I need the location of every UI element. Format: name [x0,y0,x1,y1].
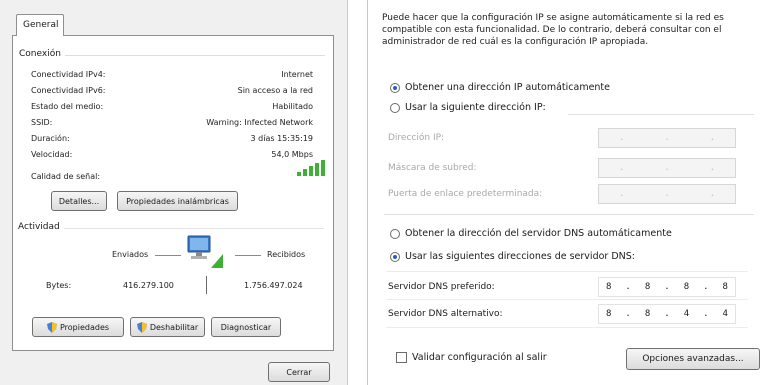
signal-quality-label: Calidad de señal: [31,172,101,181]
manual-ip-label: Usar la siguiente dirección IP: [405,102,546,113]
dns-row-divider [386,299,748,300]
alternate-dns-octet-3: 4 [683,309,690,319]
gateway-field[interactable]: ... [598,184,736,204]
validate-on-exit-option[interactable]: Validar configuración al salir [396,352,547,363]
advanced-options-button[interactable]: Opciones avanzadas... [626,348,760,370]
wifi-status-window: General Conexión Conectividad IPv4: Inte… [0,0,348,385]
sent-line [155,255,181,256]
details-button[interactable]: Detalles... [51,191,107,211]
ip-address-field[interactable]: ... [598,128,736,148]
manual-dns-option[interactable]: Usar las siguientes direcciones de servi… [390,251,635,262]
manual-dns-radio[interactable] [390,251,400,262]
ipv4-label: Conectividad IPv4: [31,70,106,79]
auto-ip-option[interactable]: Obtener una dirección IP automáticamente [390,82,610,93]
manual-dns-label: Usar las siguientes direcciones de servi… [405,251,635,262]
dns-row-divider [386,271,748,272]
speed-label: Velocidad: [31,150,73,159]
uac-shield-icon [46,321,57,333]
duration-label: Duración: [31,134,70,143]
network-computers-icon [187,235,223,268]
gateway-label: Puerta de enlace predeterminada: [388,189,543,199]
manual-ip-radio[interactable] [390,102,400,113]
speed-value: 54,0 Mbps [271,150,313,159]
preferred-dns-octet-2: 8 [644,282,651,292]
validate-on-exit-checkbox[interactable] [396,352,407,363]
alternate-dns-octet-4: 4 [722,309,728,319]
preferred-dns-octet-3: 8 [683,282,690,292]
bytes-received-value: 1.756.497.024 [244,281,303,290]
disable-button[interactable]: Deshabilitar [130,317,205,337]
wireless-properties-button[interactable]: Propiedades inalámbricas [117,191,238,211]
auto-ip-radio[interactable] [390,82,400,93]
alternate-dns-field[interactable]: 8. 8. 4. 4 [598,304,736,324]
connection-group-title: Conexión [19,49,65,59]
uac-shield-icon [136,321,147,333]
received-label: Recibidos [267,250,306,259]
connection-group-line [21,55,325,56]
alternate-dns-octet-2: 8 [644,309,651,319]
preferred-dns-octet-1: 8 [606,282,612,292]
auto-dns-label: Obtener la dirección del servidor DNS au… [405,228,672,239]
subnet-mask-field[interactable]: ... [598,158,736,178]
sent-label: Enviados [112,250,149,259]
bytes-divider [206,276,207,294]
alternate-dns-octet-1: 8 [606,309,612,319]
auto-ip-label: Obtener una dirección IP automáticamente [405,82,611,93]
auto-dns-option[interactable]: Obtener la dirección del servidor DNS au… [390,228,672,239]
received-line [235,255,261,256]
ip-config-description: Puede hacer que la configuración IP se a… [382,13,724,47]
signal-strength-icon [297,160,325,176]
section-separator [384,214,754,215]
ipv4-properties-panel: Puede hacer que la configuración IP se a… [367,0,769,385]
bytes-sent-value: 416.279.100 [123,281,174,290]
bytes-label: Bytes: [46,281,72,290]
ipv6-label: Conectividad IPv6: [31,86,106,95]
subnet-mask-label: Máscara de subred: [388,163,477,173]
tab-general[interactable]: General [16,14,64,36]
ipv4-value: Internet [281,70,313,79]
ssid-value: Warning: Infected Network [206,118,313,127]
diagnose-button[interactable]: Diagnosticar [211,317,281,337]
properties-button[interactable]: Propiedades [32,317,124,337]
alternate-dns-label: Servidor DNS alternativo: [388,309,503,319]
ipv6-value: Sin acceso a la red [237,86,313,95]
duration-value: 3 días 15:35:19 [250,134,313,143]
ssid-label: SSID: [31,118,53,127]
ip-address-label: Dirección IP: [388,133,445,143]
dns-row-divider [386,327,748,328]
manual-ip-group-line [568,114,754,115]
preferred-dns-label: Servidor DNS preferido: [388,282,495,292]
activity-group-line [20,228,324,229]
disable-button-label: Deshabilitar [149,322,199,332]
auto-dns-radio[interactable] [390,228,400,239]
activity-group-title: Actividad [18,222,64,232]
close-button[interactable]: Cerrar [268,362,330,382]
preferred-dns-field[interactable]: 8. 8. 8. 8 [598,277,736,297]
validate-on-exit-label: Validar configuración al salir [412,352,547,363]
preferred-dns-octet-4: 8 [722,282,728,292]
media-state-value: Habilitado [272,102,313,111]
properties-button-label: Propiedades [59,322,110,332]
manual-ip-option[interactable]: Usar la siguiente dirección IP: [390,102,546,113]
media-state-label: Estado del medio: [31,102,104,111]
